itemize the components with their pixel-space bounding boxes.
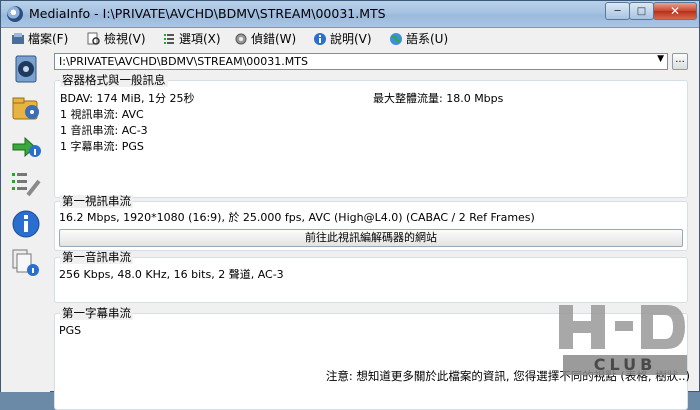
audio-stream-title: 第一音訊串流	[60, 250, 133, 264]
svg-text:CLUB: CLUB	[594, 355, 657, 374]
options-icon	[164, 33, 174, 44]
audio-stream-details: 256 Kbps, 48.0 KHz, 16 bits, 2 聲道, AC-3	[59, 268, 284, 281]
menu-view-label: 檢視(V)	[104, 32, 146, 46]
general-overall-bitrate: 最大整體流量: 18.0 Mbps	[373, 92, 504, 105]
menu-bar: 檔案(F) 檢視(V) 選項(X) 偵錯(W) 說明(V) 語系(U)	[1, 28, 699, 49]
about-info-icon[interactable]	[10, 208, 42, 240]
general-line-subtitle-count: 1 字幕串流: PGS	[60, 140, 144, 153]
file-selector-value: I:\PRIVATE\AVCHD\BDMV\STREAM\00031.MTS	[59, 55, 308, 68]
video-stream-group: 第一視訊串流 16.2 Mbps, 1920*1080 (16:9), 於 25…	[54, 195, 688, 251]
dropdown-arrow-icon[interactable]: ▼	[657, 54, 664, 64]
debug-icon	[235, 33, 247, 44]
preferences-icon[interactable]	[10, 169, 42, 201]
menu-help-label: 說明(V)	[330, 32, 372, 46]
help-icon	[314, 32, 326, 45]
codec-website-button[interactable]: 前往此視訊編解碼器的網站	[59, 229, 683, 247]
open-file-icon[interactable]	[10, 53, 42, 85]
view-icon	[87, 32, 100, 45]
menu-options-label: 選項(X)	[179, 32, 221, 46]
menu-view[interactable]: 檢視(V)	[87, 30, 146, 47]
file-icon	[12, 32, 24, 44]
subtitle-stream-details: PGS	[59, 324, 82, 337]
general-info-title: 容器格式與一般訊息	[60, 73, 168, 87]
maximize-button[interactable]: □	[629, 2, 654, 20]
menu-language[interactable]: 語系(U)	[389, 30, 448, 47]
menu-file-label: 檔案(F)	[28, 32, 69, 46]
window-title: MediaInfo - I:\PRIVATE\AVCHD\BDMV\STREAM…	[29, 6, 386, 21]
sidebar-toolbar	[1, 49, 50, 392]
hdclub-watermark-logo: CLUB	[559, 305, 687, 375]
app-window: MediaInfo - I:\PRIVATE\AVCHD\BDMV\STREAM…	[0, 0, 700, 410]
video-stream-details: 16.2 Mbps, 1920*1080 (16:9), 於 25.000 fp…	[59, 211, 535, 224]
menu-language-label: 語系(U)	[406, 32, 449, 46]
language-icon	[390, 32, 402, 45]
title-bar[interactable]: MediaInfo - I:\PRIVATE\AVCHD\BDMV\STREAM…	[1, 1, 699, 28]
audio-stream-group: 第一音訊串流 256 Kbps, 48.0 KHz, 16 bits, 2 聲道…	[54, 251, 688, 303]
browse-more-button[interactable]: ...	[672, 53, 688, 70]
mediainfo-app-icon	[7, 6, 23, 22]
menu-options[interactable]: 選項(X)	[162, 30, 221, 47]
menu-file[interactable]: 檔案(F)	[11, 30, 68, 47]
menu-help[interactable]: 說明(V)	[313, 30, 372, 47]
open-folder-icon[interactable]	[10, 92, 42, 124]
export-icon[interactable]	[10, 131, 42, 163]
minimize-button[interactable]: ─	[605, 2, 630, 20]
video-stream-title: 第一視訊串流	[60, 194, 133, 208]
subtitle-stream-title: 第一字幕串流	[60, 306, 133, 320]
menu-debug-label: 偵錯(W)	[251, 32, 297, 46]
general-line-audio-count: 1 音訊串流: AC-3	[60, 124, 148, 137]
file-selector[interactable]: I:\PRIVATE\AVCHD\BDMV\STREAM\00031.MTS ▼	[54, 53, 668, 70]
general-line-container: BDAV: 174 MiB, 1分 25秒	[60, 92, 195, 105]
general-line-video-count: 1 視訊串流: AVC	[60, 108, 144, 121]
menu-debug[interactable]: 偵錯(W)	[234, 30, 296, 47]
knowledge-icon[interactable]	[10, 247, 42, 279]
close-button[interactable]: ✕	[653, 2, 697, 20]
general-info-group: 容器格式與一般訊息 BDAV: 174 MiB, 1分 25秒 最大整體流量: …	[54, 74, 688, 198]
